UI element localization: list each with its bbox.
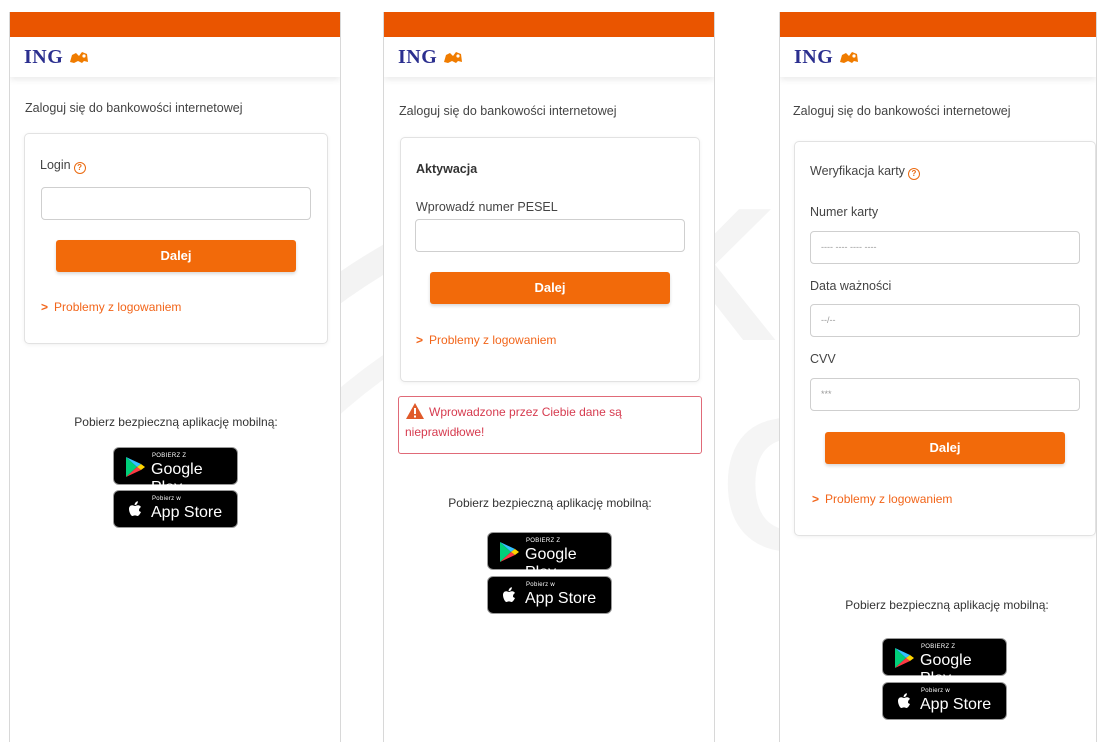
card-verification-heading: Weryfikacja karty? — [810, 164, 920, 180]
google-play-badge[interactable]: POBIERZ Z Google Play — [882, 638, 1007, 687]
next-button[interactable]: Dalej — [56, 240, 296, 272]
login-label: Login? — [40, 158, 86, 174]
login-problems-link[interactable]: > Problemy z logowaniem — [41, 300, 181, 314]
top-bar — [780, 12, 1096, 37]
google-play-icon — [500, 542, 519, 562]
error-alert: Wprowadzone przez Ciebie dane są niepraw… — [398, 396, 702, 454]
apple-badge-big: App Store — [151, 504, 223, 521]
login-card: Login? Dalej > Problemy z logowaniem — [24, 133, 328, 344]
google-play-icon — [895, 648, 914, 668]
google-play-badge[interactable]: POBIERZ Z Google Play — [487, 532, 612, 581]
ing-logo[interactable]: ING — [398, 46, 464, 69]
apple-badge-big: App Store — [920, 696, 992, 713]
activation-card: Aktywacja Wprowadź numer PESEL Dalej > Pr… — [400, 137, 700, 382]
logo-text: ING — [794, 45, 834, 68]
ing-lion-icon — [444, 52, 463, 63]
page-title: Zaloguj się do bankowości internetowej — [399, 104, 617, 118]
promo-text: Pobierz bezpieczną aplikację mobilną: — [845, 598, 1049, 612]
apple-icon — [129, 501, 141, 516]
apple-badge-small: Pobierz w — [921, 688, 951, 694]
login-input[interactable] — [41, 187, 311, 220]
login-problems-text: Problemy z logowaniem — [429, 333, 557, 347]
promo-text: Pobierz bezpieczną aplikację mobilną: — [448, 496, 652, 510]
activation-heading: Aktywacja — [416, 162, 478, 176]
expiry-label: Data ważności — [810, 279, 892, 293]
cvv-input[interactable]: *** — [810, 378, 1080, 411]
header: ING — [384, 37, 714, 77]
page-title: Zaloguj się do bankowości internetowej — [793, 104, 1011, 118]
info-icon[interactable]: ? — [73, 162, 86, 174]
apple-icon — [898, 693, 910, 708]
info-icon[interactable]: ? — [907, 168, 920, 180]
promo-text: Pobierz bezpieczną aplikację mobilną: — [74, 415, 278, 429]
google-badge-small: POBIERZ Z — [526, 538, 561, 544]
next-button[interactable]: Dalej — [430, 272, 670, 304]
card-number-input[interactable]: ---- ---- ---- ---- — [810, 231, 1080, 264]
screen-login: ING Zaloguj się do bankowości internetow… — [9, 12, 341, 742]
card-verification-heading-text: Weryfikacja karty — [810, 164, 905, 178]
apple-icon — [503, 587, 515, 602]
apple-badge-big: App Store — [525, 590, 597, 607]
card-number-label: Numer karty — [810, 205, 879, 219]
pesel-label: Wprowadź numer PESEL — [416, 200, 558, 214]
login-problems-text: Problemy z logowaniem — [825, 492, 953, 506]
chevron-right-icon: > — [41, 300, 49, 314]
apple-badge-small: Pobierz w — [152, 496, 182, 502]
pesel-input[interactable] — [415, 219, 685, 252]
app-store-badge[interactable]: Pobierz w App Store — [882, 682, 1007, 720]
header: ING — [10, 37, 340, 77]
cvv-label: CVV — [810, 352, 836, 366]
chevron-right-icon: > — [812, 492, 820, 506]
login-problems-link[interactable]: > Problemy z logowaniem — [812, 492, 952, 506]
google-play-icon — [126, 457, 145, 477]
error-message: Wprowadzone przez Ciebie dane są niepraw… — [405, 405, 622, 439]
screen-activation: ING Zaloguj się do bankowości internetow… — [383, 12, 715, 742]
login-problems-text: Problemy z logowaniem — [54, 300, 182, 314]
ing-logo[interactable]: ING — [24, 46, 90, 69]
app-store-badge[interactable]: Pobierz w App Store — [487, 576, 612, 614]
ing-logo[interactable]: ING — [794, 46, 860, 69]
logo-text: ING — [24, 45, 64, 68]
app-store-badge[interactable]: Pobierz w App Store — [113, 490, 238, 528]
chevron-right-icon: > — [416, 333, 424, 347]
logo-text: ING — [398, 45, 438, 68]
screen-card-verification: ING Zaloguj się do bankowości internetow… — [779, 12, 1097, 742]
google-play-badge[interactable]: POBIERZ Z Google Play — [113, 447, 238, 496]
card-verification-card: Weryfikacja karty? Numer karty ---- ----… — [794, 141, 1096, 536]
ing-lion-icon — [70, 52, 89, 63]
page-title: Zaloguj się do bankowości internetowej — [25, 101, 243, 115]
login-problems-link[interactable]: > Problemy z logowaniem — [416, 333, 556, 347]
top-bar — [10, 12, 340, 37]
ing-lion-icon — [840, 52, 859, 63]
top-bar — [384, 12, 714, 37]
google-badge-small: POBIERZ Z — [921, 644, 956, 650]
login-label-text: Login — [40, 158, 71, 172]
header: ING — [780, 37, 1096, 77]
expiry-input[interactable]: --/-- — [810, 304, 1080, 337]
google-badge-small: POBIERZ Z — [152, 453, 187, 459]
apple-badge-small: Pobierz w — [526, 582, 556, 588]
next-button[interactable]: Dalej — [825, 432, 1065, 464]
